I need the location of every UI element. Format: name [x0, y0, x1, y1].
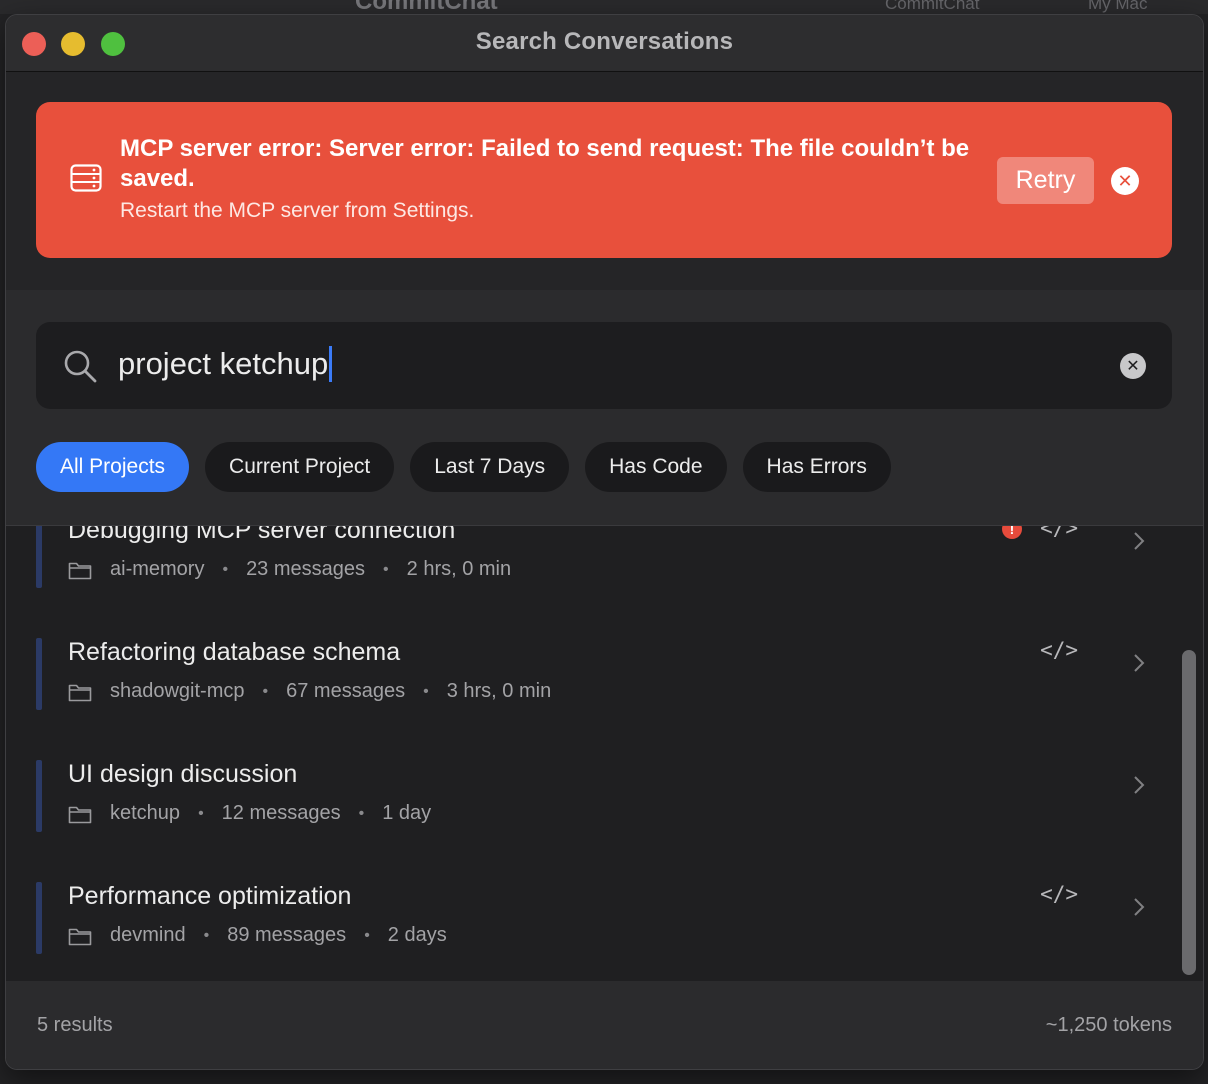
result-messages: 12 messages — [221, 802, 341, 824]
error-title: MCP server error: Server error: Failed t… — [120, 135, 970, 192]
chevron-right-icon — [1134, 776, 1145, 794]
result-row[interactable]: Performance optimization devmind • 89 me… — [36, 882, 1146, 974]
result-title: UI design discussion — [68, 760, 298, 788]
text-caret — [329, 346, 333, 382]
search-query-text: project ketchup — [118, 346, 329, 381]
filter-current-project[interactable]: Current Project — [205, 442, 395, 492]
separator-dot: • — [222, 560, 229, 578]
separator-dot: • — [423, 682, 429, 700]
filter-has-errors[interactable]: Has Errors — [742, 442, 891, 492]
result-row[interactable]: UI design discussion ketchup • 12 messag… — [36, 760, 1146, 852]
folder-icon — [68, 806, 92, 823]
result-row[interactable]: Refactoring database schema shadowgit-mc… — [36, 638, 1146, 730]
server-icon — [70, 164, 102, 192]
result-duration: 2 days — [387, 924, 447, 946]
footer: 5 results ~1,250 tokens — [6, 981, 1203, 1069]
code-icon: </> — [1040, 638, 1078, 662]
folder-icon — [68, 684, 92, 701]
clear-search-icon[interactable]: ✕ — [1120, 353, 1146, 379]
result-meta: ketchup • 12 messages • 1 day — [68, 802, 431, 825]
folder-icon — [68, 928, 92, 945]
result-title: Refactoring database schema — [68, 638, 401, 666]
error-area: MCP server error: Server error: Failed t… — [6, 72, 1203, 290]
result-meta: ai-memory • 23 messages • 2 hrs, 0 min — [68, 558, 511, 581]
error-indicator-icon: ! — [1002, 526, 1022, 539]
filter-last-7-days[interactable]: Last 7 Days — [410, 442, 570, 492]
result-title: Performance optimization — [68, 882, 352, 910]
result-project: shadowgit-mcp — [110, 680, 245, 702]
search-area: project ketchup ✕ All Projects Current P… — [6, 290, 1203, 526]
result-row[interactable]: Debugging MCP server connection ai-memor… — [36, 526, 1146, 608]
chevron-right-icon — [1134, 654, 1145, 672]
results-scrollbar[interactable] — [1182, 650, 1196, 975]
result-meta: shadowgit-mcp • 67 messages • 3 hrs, 0 m… — [68, 680, 551, 703]
result-project: devmind — [110, 924, 186, 946]
result-messages: 89 messages — [227, 924, 347, 946]
separator-dot: • — [383, 560, 389, 578]
result-duration: 2 hrs, 0 min — [406, 558, 512, 580]
separator-dot: • — [262, 682, 269, 700]
separator-dot: • — [198, 804, 204, 822]
row-accent-bar — [36, 760, 42, 832]
result-duration: 3 hrs, 0 min — [446, 680, 552, 702]
code-icon: </> — [1040, 526, 1078, 540]
background-scheme: CommitChat — [885, 0, 980, 13]
result-messages: 67 messages — [286, 680, 406, 702]
search-query[interactable]: project ketchup — [118, 346, 333, 382]
filter-all-projects[interactable]: All Projects — [36, 442, 190, 492]
search-window: Search Conversations MCP server error: S… — [5, 14, 1204, 1070]
background-toolbar — [0, 0, 1208, 14]
row-accent-bar — [36, 882, 42, 954]
result-title: Debugging MCP server connection — [68, 526, 456, 544]
separator-dot: • — [364, 926, 370, 944]
result-meta: devmind • 89 messages • 2 days — [68, 924, 447, 947]
chevron-right-icon — [1134, 898, 1145, 916]
background-destination: My Mac — [1088, 0, 1148, 13]
folder-icon — [68, 562, 92, 579]
result-count: 5 results — [37, 1014, 113, 1036]
search-icon — [64, 350, 97, 383]
result-duration: 1 day — [382, 802, 432, 824]
separator-dot: • — [358, 804, 365, 822]
error-banner: MCP server error: Server error: Failed t… — [36, 102, 1172, 258]
filter-chips: All Projects Current Project Last 7 Days… — [36, 442, 891, 492]
retry-button[interactable]: Retry — [997, 157, 1094, 204]
token-count: ~1,250 tokens — [1045, 1014, 1172, 1036]
filter-has-code[interactable]: Has Code — [585, 442, 727, 492]
error-subtitle: Restart the MCP server from Settings. — [120, 199, 475, 222]
result-project: ketchup — [110, 802, 181, 824]
separator-dot: • — [203, 926, 210, 944]
result-project: ai-memory — [110, 558, 205, 580]
result-messages: 23 messages — [246, 558, 366, 580]
title-bar: Search Conversations — [6, 15, 1203, 72]
code-icon: </> — [1040, 882, 1078, 906]
chevron-right-icon — [1134, 532, 1145, 550]
row-accent-bar — [36, 638, 42, 710]
row-accent-bar — [36, 526, 42, 588]
search-input[interactable]: project ketchup ✕ — [36, 322, 1172, 409]
dismiss-error-icon[interactable]: ✕ — [1111, 167, 1139, 195]
results-list: Debugging MCP server connection ai-memor… — [6, 526, 1203, 981]
window-title: Search Conversations — [475, 28, 734, 55]
